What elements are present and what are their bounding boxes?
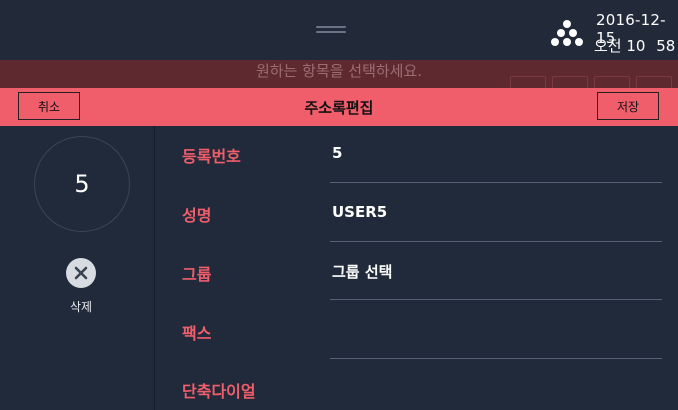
status-time: 오전 10 58 [594, 35, 675, 56]
page-title: 주소록편집 [304, 99, 374, 117]
field-underline [330, 182, 662, 183]
drag-handle[interactable] [316, 26, 346, 34]
delete-button[interactable] [66, 258, 96, 288]
field-label-fax: 팩스 [182, 324, 212, 343]
time-prefix: 오전 [594, 37, 622, 55]
edit-header: 취소 주소록편집 저장 [0, 88, 678, 126]
entry-number-circle: 5 [34, 136, 130, 232]
field-underline [330, 241, 662, 242]
field-label-reg-number: 등록번호 [182, 147, 241, 166]
field-label-speed-dial: 단축다이얼 [182, 382, 256, 401]
entry-number: 5 [74, 170, 90, 198]
field-underline [330, 358, 662, 359]
dots-cluster-icon [551, 20, 583, 46]
selection-hint: 원하는 항목을 선택하세요. [255, 62, 423, 80]
field-label-group: 그룹 [182, 265, 212, 284]
field-label-name: 성명 [182, 206, 212, 225]
field-underline [330, 299, 662, 300]
field-value-name[interactable]: USER5 [332, 203, 662, 221]
entry-summary-panel: 5 삭제 [0, 126, 155, 410]
field-value-reg-number[interactable]: 5 [332, 144, 662, 162]
close-icon [74, 266, 88, 280]
status-bar: 2016-12-15 오전 10 58 [0, 0, 678, 60]
delete-label: 삭제 [69, 300, 93, 314]
time-value: 10 58 [626, 37, 676, 55]
field-value-group[interactable]: 그룹 선택 [332, 261, 662, 282]
save-button[interactable]: 저장 [597, 92, 659, 120]
